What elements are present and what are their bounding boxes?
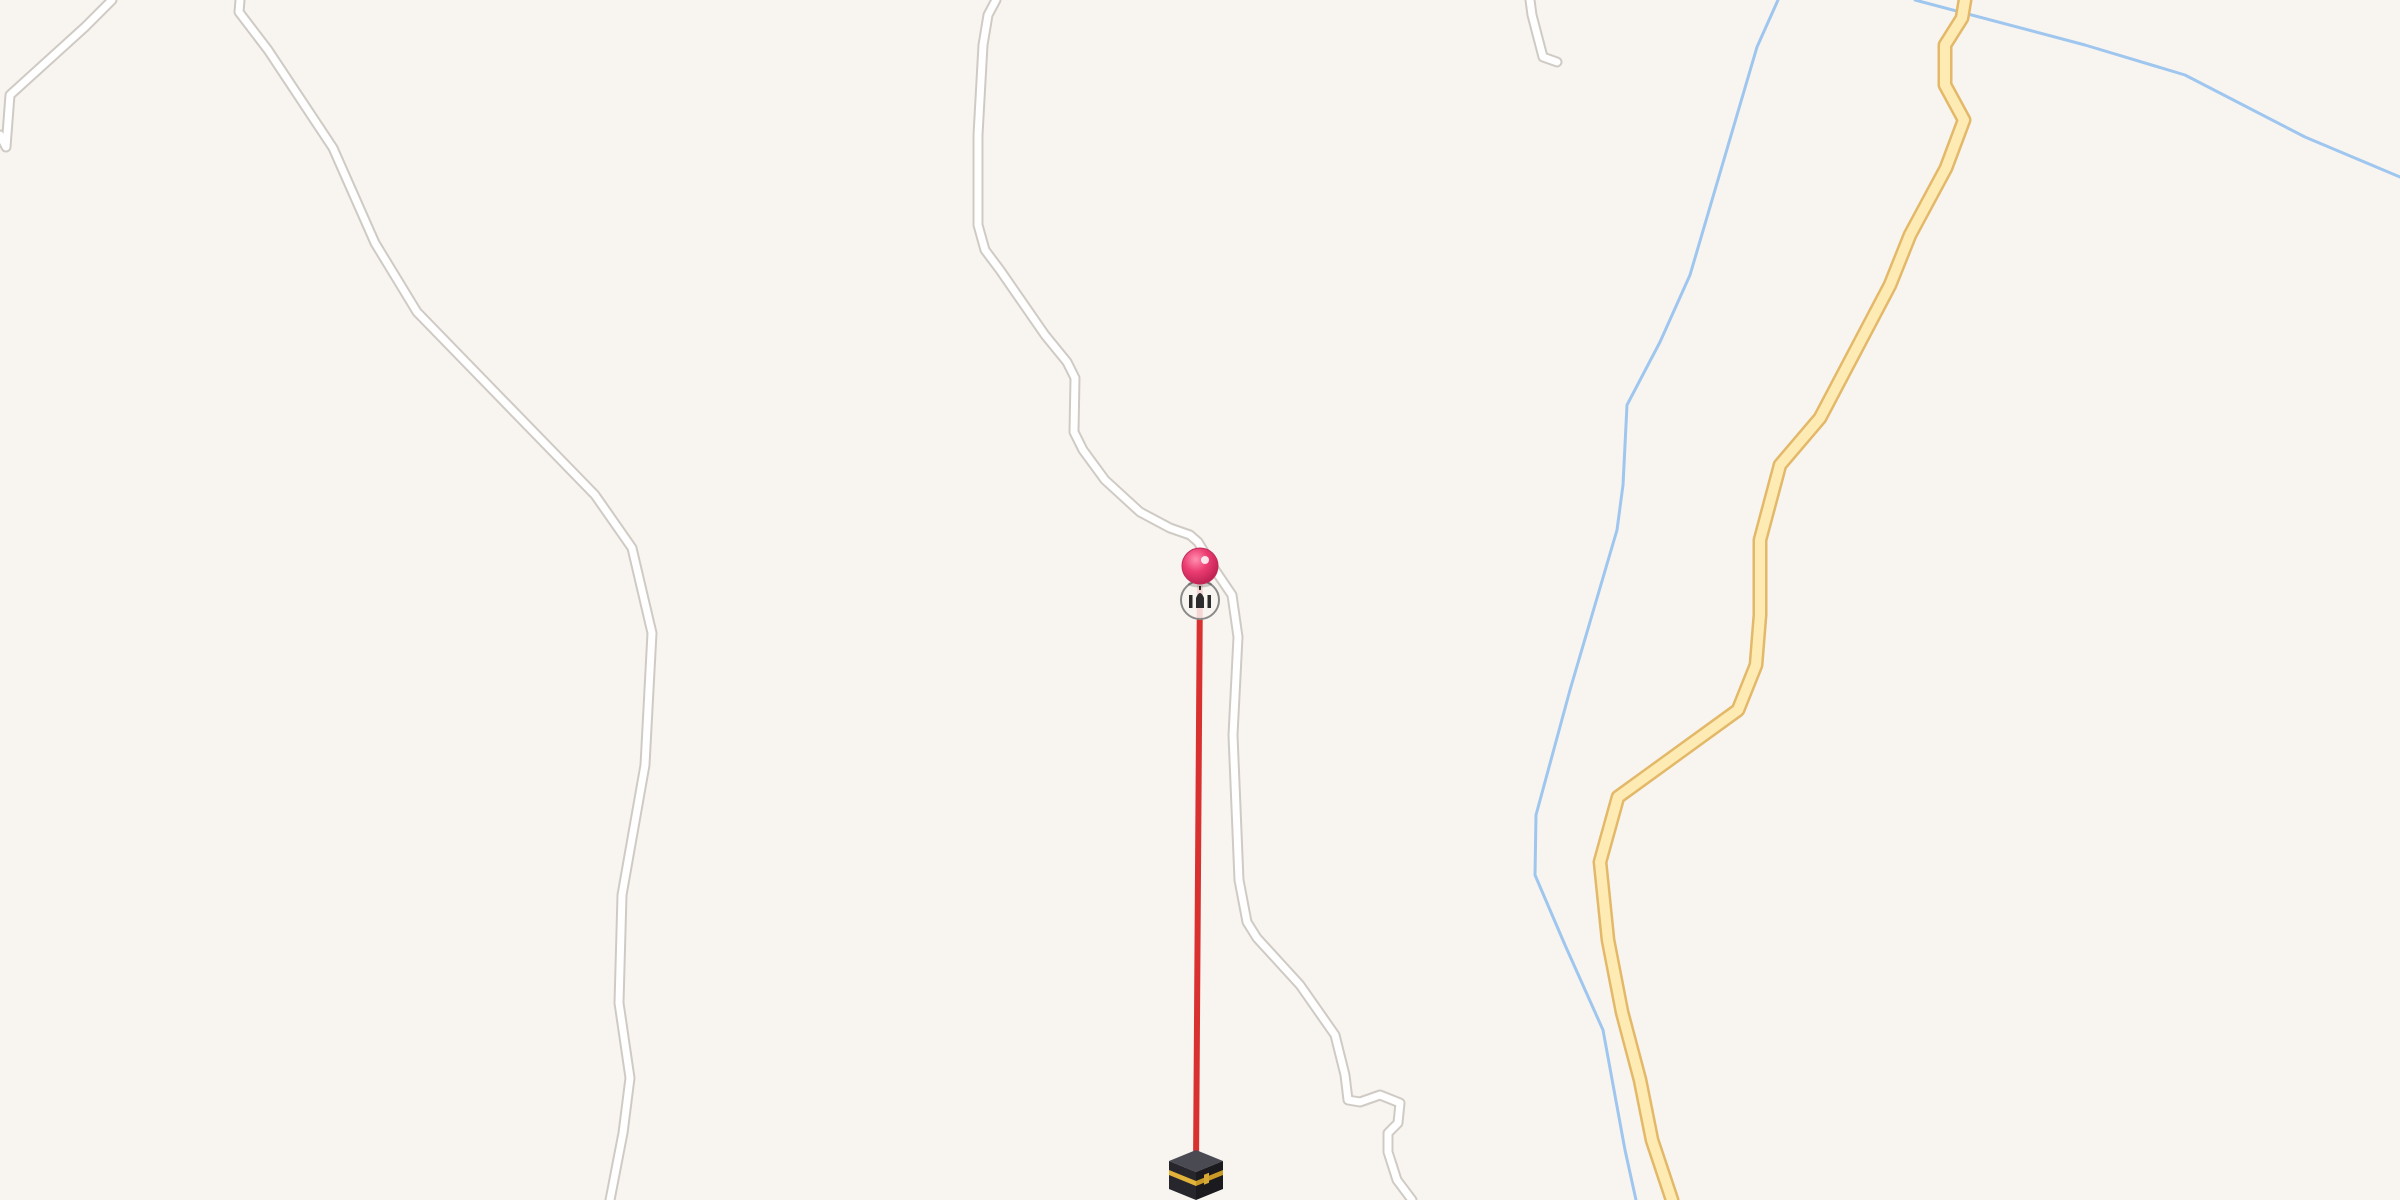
qibla-direction-line [1193, 575, 1203, 1171]
map-canvas[interactable] [0, 0, 2400, 1200]
